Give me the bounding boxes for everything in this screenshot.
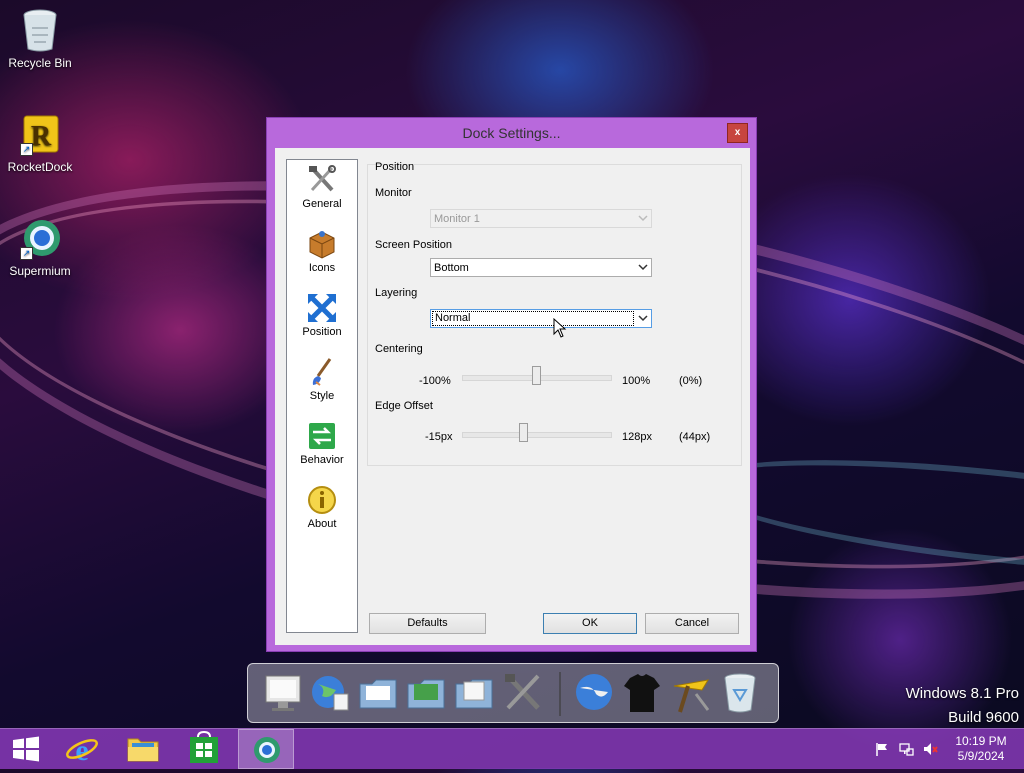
taskbar-store[interactable]: [176, 729, 232, 769]
edge-offset-slider-track[interactable]: [462, 432, 612, 438]
sidebar-item-label: Icons: [308, 262, 336, 274]
desktop-icon-label: Recycle Bin: [8, 56, 72, 70]
sidebar-item-label: Style: [309, 390, 335, 402]
windows-edition-watermark: Windows 8.1 Pro: [905, 685, 1019, 702]
recycle-bin-icon: [20, 8, 60, 52]
rocketdock-icon: R ↗: [20, 112, 60, 156]
taskbar: e 10:19 PM 5/9/2024: [0, 728, 1024, 769]
sidebar-item-label: About: [307, 518, 337, 530]
rocketdock-task-icon: [254, 737, 280, 763]
start-icon: [13, 736, 39, 762]
taskbar-clock[interactable]: 10:19 PM 5/9/2024: [952, 734, 1010, 764]
desktop-icon-label: RocketDock: [7, 160, 73, 174]
mouse-cursor-icon: [553, 318, 567, 338]
folder-green-icon[interactable]: [404, 670, 450, 716]
layering-label: Layering: [375, 287, 418, 299]
dock-settings-icon[interactable]: [500, 670, 546, 716]
sidebar-item-label: Behavior: [300, 454, 344, 466]
centering-max: 100%: [622, 375, 651, 387]
taskbar-file-explorer[interactable]: [116, 729, 172, 769]
tools-icon: [309, 165, 336, 192]
defaults-button[interactable]: Defaults: [369, 613, 486, 634]
dialog-title: Dock Settings...: [462, 125, 561, 141]
monitor-select-value: Monitor 1: [434, 213, 480, 225]
sidebar-item-position[interactable]: Position: [287, 292, 357, 338]
monitor-icon[interactable]: [262, 670, 308, 716]
edge-offset-label: Edge Offset: [375, 400, 433, 412]
layering-select[interactable]: Normal: [430, 309, 652, 328]
edge-offset-value: (44px): [679, 431, 711, 443]
sidebar-item-behavior[interactable]: Behavior: [287, 420, 357, 466]
volume-muted-icon[interactable]: [922, 741, 938, 757]
info-icon: [308, 486, 336, 514]
edge-offset-min: -15px: [425, 431, 453, 443]
group-title: Position: [375, 161, 415, 173]
supermium-icon: ↗: [20, 216, 60, 260]
desktop-icon-label: Supermium: [9, 264, 71, 278]
chevron-down-icon: [638, 315, 648, 322]
close-button[interactable]: x: [727, 123, 748, 143]
desktop-icon-rocketdock[interactable]: R ↗ RocketDock: [0, 112, 80, 174]
sidebar-item-style[interactable]: Style: [287, 356, 357, 402]
internet-explorer-icon: e: [66, 734, 98, 767]
clock-time: 10:19 PM: [955, 734, 1007, 748]
desktop-icon-supermium[interactable]: ↗ Supermium: [0, 216, 80, 278]
tshirt-icon[interactable]: [620, 670, 666, 716]
supermium-globe-icon[interactable]: [572, 670, 618, 716]
cancel-button[interactable]: Cancel: [645, 613, 739, 634]
screen-position-label: Screen Position: [375, 239, 453, 251]
sidebar-item-about[interactable]: About: [287, 484, 357, 530]
rocketdock-tools-icon[interactable]: [668, 670, 714, 716]
folder-icon[interactable]: [356, 670, 402, 716]
centering-label: Centering: [375, 343, 423, 355]
taskbar-internet-explorer[interactable]: e: [56, 729, 112, 769]
chevron-down-icon: [638, 215, 648, 222]
edge-offset-slider-thumb[interactable]: [519, 423, 529, 442]
edge-offset-max: 128px: [622, 431, 652, 443]
monitor-select[interactable]: Monitor 1: [430, 209, 652, 228]
internet-globe-icon[interactable]: [308, 670, 354, 716]
shortcut-arrow-icon: ↗: [20, 247, 33, 260]
start-button[interactable]: [0, 729, 56, 769]
rocketdock-bar: [247, 663, 779, 723]
desktop-icon-recycle-bin[interactable]: Recycle Bin: [0, 8, 80, 70]
dialog-client: General Icons Position Style Behavior Ab…: [275, 148, 750, 645]
sidebar-item-label: General: [302, 198, 342, 210]
position-arrows-icon: [308, 294, 336, 322]
behavior-arrows-icon: [309, 423, 335, 449]
svg-text:R: R: [31, 121, 52, 152]
file-explorer-icon: [127, 738, 159, 762]
sidebar-item-general[interactable]: General: [287, 164, 357, 210]
dock-settings-dialog: Dock Settings... x General Icons Positio…: [266, 117, 757, 652]
screen-position-select-value: Bottom: [434, 262, 469, 274]
centering-min: -100%: [419, 375, 451, 387]
action-center-flag-icon[interactable]: [874, 741, 890, 757]
chevron-down-icon: [638, 264, 648, 271]
clock-date: 5/9/2024: [957, 749, 1005, 763]
settings-sidebar: General Icons Position Style Behavior Ab…: [286, 159, 358, 633]
shortcut-arrow-icon: ↗: [20, 143, 33, 156]
sidebar-item-label: Position: [302, 326, 342, 338]
ok-button[interactable]: OK: [543, 613, 637, 634]
windows-build-watermark: Build 9600: [948, 709, 1019, 726]
monitor-label: Monitor: [375, 187, 412, 199]
taskbar-rocketdock[interactable]: [238, 729, 294, 769]
sidebar-item-icons[interactable]: Icons: [287, 228, 357, 274]
layering-select-value: Normal: [432, 311, 634, 326]
store-icon: [190, 730, 218, 763]
dock-separator: [559, 672, 561, 716]
centering-slider-thumb[interactable]: [532, 366, 541, 385]
svg-text:e: e: [75, 734, 88, 767]
folder-docs-icon[interactable]: [452, 670, 498, 716]
paintbrush-icon: [312, 358, 332, 386]
box-icon: [309, 231, 335, 259]
network-icon[interactable]: [898, 741, 914, 757]
recycle-bin-icon[interactable]: [718, 670, 764, 716]
screen-position-select[interactable]: Bottom: [430, 258, 652, 277]
centering-value: (0%): [679, 375, 703, 387]
